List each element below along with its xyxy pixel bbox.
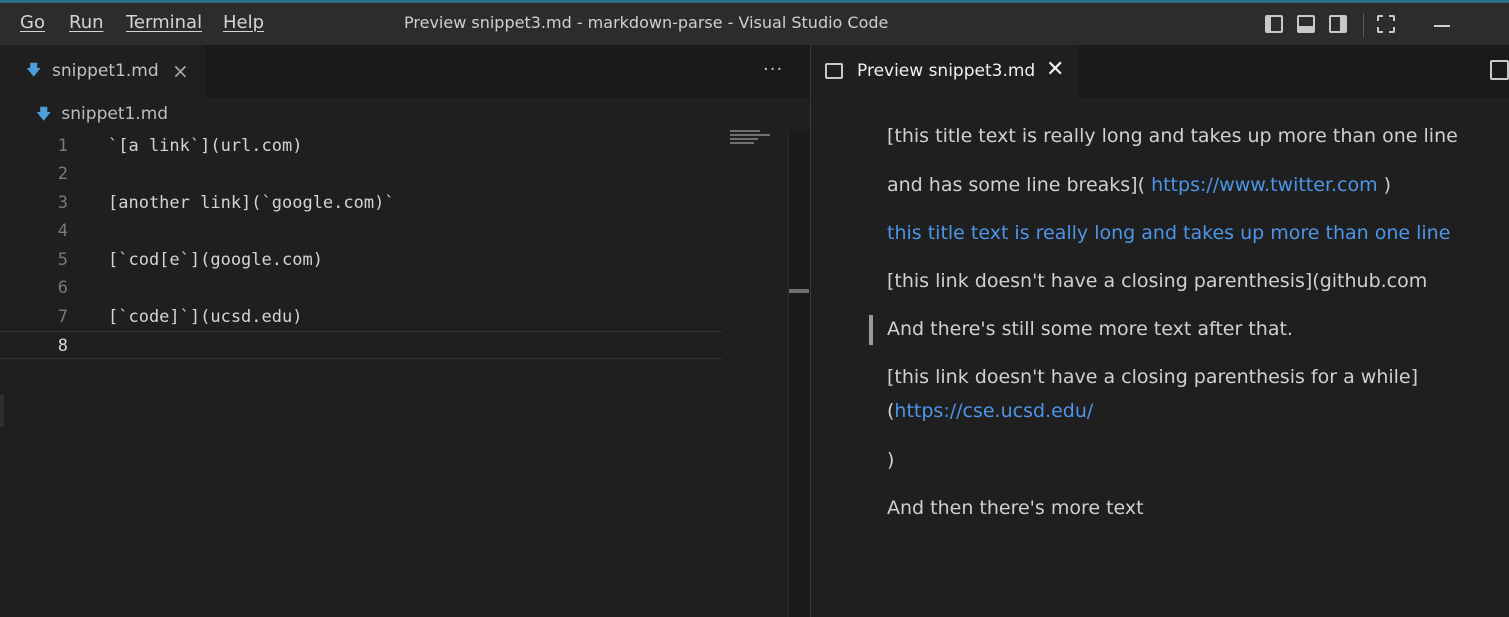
sash-handle[interactable]	[0, 395, 4, 427]
preview-paragraph: And there's still some more text after t…	[887, 318, 1293, 340]
tab-label: Preview snippet3.md	[857, 61, 1036, 81]
code-line[interactable]: 3 [another link](`google.com)`	[0, 189, 722, 217]
editor-tab-bar-right: Preview snippet3.md ✕	[811, 45, 1509, 98]
preview-text: )	[1377, 174, 1392, 196]
line-marker	[869, 315, 873, 345]
title-link[interactable]: this title text is really long and takes…	[887, 222, 1450, 244]
menu-help[interactable]: Help	[223, 12, 264, 33]
toggle-primary-sidebar-icon[interactable]	[1265, 15, 1283, 33]
line-number: 5	[57, 250, 68, 270]
breadcrumb-file[interactable]: snippet1.md	[61, 104, 168, 124]
line-number: 2	[57, 164, 68, 184]
menu-go[interactable]: Go	[20, 12, 45, 33]
code-line[interactable]: 4	[0, 217, 722, 245]
toggle-secondary-sidebar-icon[interactable]	[1329, 15, 1347, 33]
code-line[interactable]: 2	[0, 160, 722, 188]
preview-icon	[825, 63, 843, 79]
editor-group-divider[interactable]	[810, 45, 811, 617]
preview-paragraph: )	[887, 449, 895, 471]
current-code-line[interactable]: 8	[0, 331, 722, 359]
line-number: 6	[57, 278, 68, 298]
markdown-file-icon: 🡇	[26, 61, 42, 79]
minimize-icon[interactable]	[1434, 25, 1450, 27]
twitter-link[interactable]: https://www.twitter.com	[1151, 174, 1378, 196]
breadcrumb[interactable]: 🡇 snippet1.md	[36, 104, 168, 124]
code-line[interactable]: 7 [`code]`](ucsd.edu)	[0, 303, 722, 331]
code-line[interactable]: 5 [`cod[e`](google.com)	[0, 246, 722, 274]
code-line[interactable]: 1 `[a link`](url.com)	[0, 132, 722, 160]
code-text: `[a link`](url.com)	[108, 136, 303, 156]
close-tab-icon[interactable]: ×	[172, 59, 189, 83]
preview-paragraph: And then there's more text	[887, 497, 1144, 519]
minimap[interactable]	[730, 130, 790, 148]
code-editor[interactable]: 1 `[a link`](url.com) 2 3 [another link]…	[0, 128, 810, 617]
code-line[interactable]: 6	[0, 274, 722, 302]
preview-paragraph: (https://cse.ucsd.edu/	[887, 400, 1093, 422]
tab-snippet1[interactable]: 🡇 snippet1.md ×	[0, 45, 205, 98]
preview-paragraph: and has some line breaks]( https://www.t…	[887, 174, 1391, 196]
code-text: [another link](`google.com)`	[108, 193, 395, 213]
toggle-panel-icon[interactable]	[1297, 15, 1315, 33]
markdown-file-icon: 🡇	[36, 105, 52, 123]
preview-paragraph: [this link doesn't have a closing parent…	[887, 270, 1428, 292]
code-text: [`code]`](ucsd.edu)	[108, 307, 303, 327]
preview-paragraph: [this title text is really long and take…	[887, 125, 1458, 147]
line-number: 7	[57, 307, 68, 327]
line-number: 8	[57, 336, 68, 356]
tab-label: snippet1.md	[52, 61, 159, 81]
code-text: [`cod[e`](google.com)	[108, 250, 323, 270]
close-tab-icon[interactable]: ✕	[1046, 57, 1064, 82]
open-source-icon[interactable]	[1490, 60, 1509, 80]
scrollbar-thumb[interactable]	[789, 289, 809, 293]
line-number: 4	[57, 221, 68, 241]
editor-scrollbar[interactable]	[788, 130, 811, 617]
menu-terminal[interactable]: Terminal	[126, 12, 202, 33]
line-number: 1	[57, 136, 68, 156]
title-bar: Go Run Terminal Help Preview snippet3.md…	[0, 0, 1509, 45]
customize-layout-icon[interactable]	[1377, 15, 1395, 33]
preview-text: and has some line breaks](	[887, 174, 1152, 196]
ucsd-link[interactable]: https://cse.ucsd.edu/	[894, 400, 1093, 422]
line-number: 3	[57, 193, 68, 213]
more-actions-icon[interactable]: ···	[763, 59, 783, 80]
editor-tab-bar-left: 🡇 snippet1.md × ···	[0, 45, 810, 98]
tab-preview-snippet3[interactable]: Preview snippet3.md ✕	[811, 45, 1078, 98]
preview-paragraph: [this link doesn't have a closing parent…	[887, 366, 1419, 388]
menu-run[interactable]: Run	[69, 12, 104, 33]
window-title: Preview snippet3.md - markdown-parse - V…	[404, 13, 889, 32]
titlebar-separator	[1363, 13, 1364, 37]
